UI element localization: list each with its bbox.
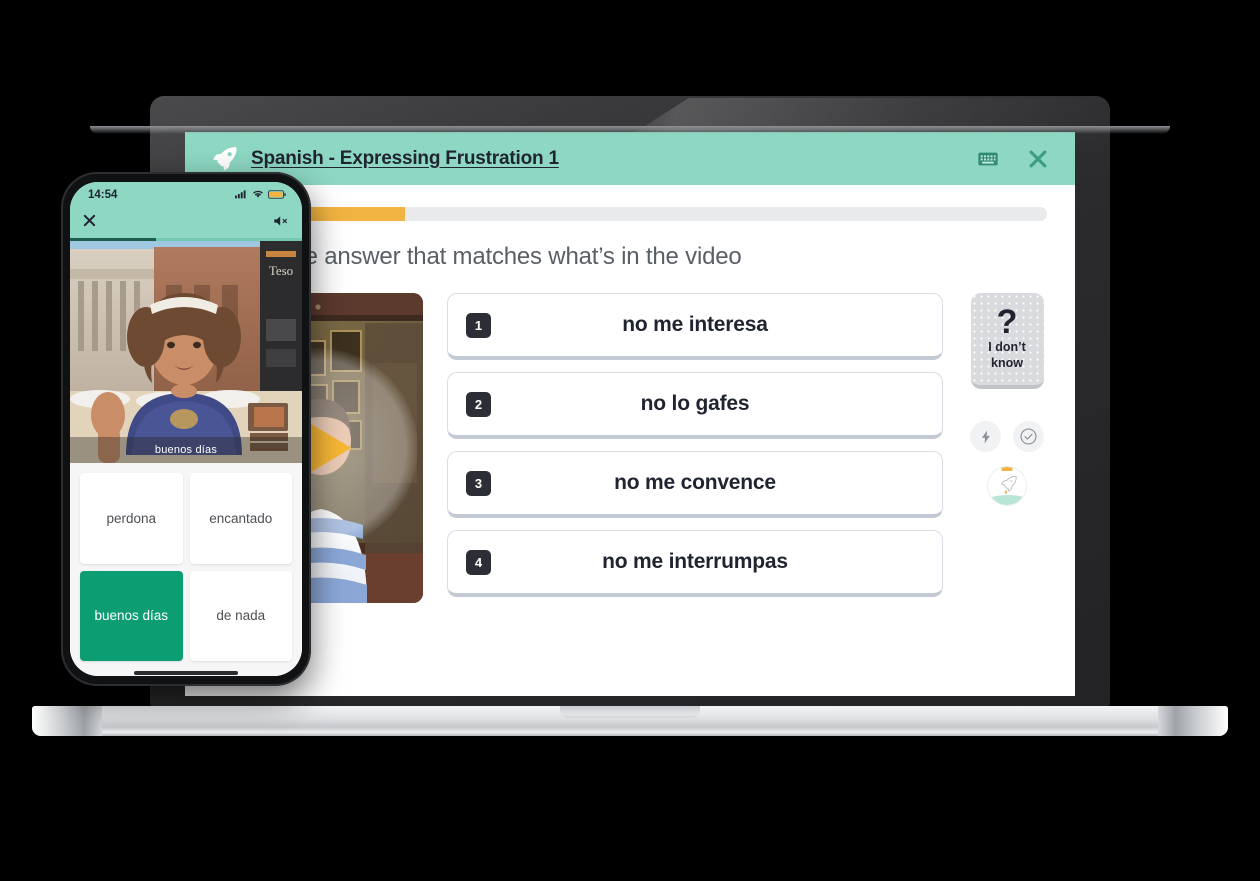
answer-option-2[interactable]: 2 no lo gafes (447, 372, 943, 439)
phone-video[interactable]: Teso buenos días (70, 241, 302, 463)
phone-answer-tile-3[interactable]: buenos días (80, 570, 183, 661)
phone-mockup: 14:54 Teso buenos días perdona encantado… (61, 172, 311, 686)
phone-app-header (70, 208, 302, 238)
phone-answer-area: perdona encantado buenos días de nada (70, 463, 302, 676)
keyboard-icon[interactable] (977, 148, 999, 170)
app-body: Select the answer that matches what’s in… (185, 185, 1075, 696)
lesson-progress-bar (213, 207, 1047, 221)
answer-option-label: no me interrumpas (602, 550, 788, 573)
home-indicator (134, 671, 238, 675)
phone-video-thumbnail: Teso (70, 241, 302, 463)
header-actions (977, 148, 1049, 170)
video-subtitle-band: buenos días (70, 437, 302, 463)
battery-low-power-icon (268, 186, 286, 204)
answer-option-number: 2 (466, 391, 491, 417)
laptop-base-notch (560, 706, 700, 718)
lightning-icon[interactable] (970, 421, 1001, 452)
rocket-progress-badge[interactable] (987, 466, 1027, 506)
status-indicators (235, 186, 286, 204)
phone-answer-tile-1[interactable]: perdona (80, 473, 183, 564)
answer-option-number: 4 (466, 549, 491, 575)
laptop-base-right-edge (1158, 706, 1228, 736)
answer-option-label: no me interesa (622, 313, 768, 336)
answer-option-number: 1 (466, 312, 491, 338)
answer-option-3[interactable]: 3 no me convence (447, 451, 943, 518)
answer-options-list: 1 no me interesa 2 no lo gafes 3 no me c… (447, 293, 943, 597)
page-title: Spanish - Expressing Frustration 1 (251, 147, 559, 169)
close-icon[interactable] (1027, 148, 1049, 170)
rocket-icon (211, 146, 239, 172)
wifi-icon (252, 186, 264, 204)
badge-tick (1001, 467, 1013, 471)
phone-answer-tile-2[interactable]: encantado (189, 473, 292, 564)
laptop-screen: Spanish - Expressing Frustration 1 Selec… (185, 132, 1075, 696)
side-tools-column: ? I don’t know (967, 293, 1047, 506)
answer-option-4[interactable]: 4 no me interrumpas (447, 530, 943, 597)
i-dont-know-label-line2: know (991, 356, 1023, 371)
laptop-base-shadow (90, 126, 1170, 134)
volume-muted-icon[interactable] (273, 214, 290, 233)
phone-answer-tile-4[interactable]: de nada (189, 570, 292, 661)
cellular-signal-icon (235, 186, 248, 204)
laptop-base (32, 706, 1228, 736)
side-icon-row (970, 421, 1044, 452)
phone-answer-grid: perdona encantado buenos días de nada (80, 473, 292, 661)
question-content: 1 no me interesa 2 no lo gafes 3 no me c… (213, 293, 1047, 603)
status-time: 14:54 (88, 189, 118, 201)
app-header: Spanish - Expressing Frustration 1 (185, 132, 1075, 185)
svg-text:Teso: Teso (269, 263, 293, 278)
screenshot-stage: Spanish - Expressing Frustration 1 Selec… (0, 0, 1260, 881)
close-icon[interactable] (82, 213, 97, 233)
i-dont-know-button[interactable]: ? I don’t know (970, 293, 1044, 389)
video-subtitle: buenos días (154, 444, 218, 456)
answer-option-1[interactable]: 1 no me interesa (447, 293, 943, 360)
answer-option-label: no lo gafes (640, 392, 750, 415)
answer-option-number: 3 (466, 470, 491, 496)
phone-status-bar: 14:54 (70, 182, 302, 208)
laptop-base-left-edge (32, 706, 102, 736)
i-dont-know-label-line1: I don’t (988, 339, 1026, 354)
check-circle-icon[interactable] (1013, 421, 1044, 452)
question-prompt: Select the answer that matches what’s in… (213, 243, 742, 270)
phone-screen: 14:54 Teso buenos días perdona encantado… (70, 182, 302, 676)
question-mark-icon: ? (996, 303, 1018, 342)
answer-option-label: no me convence (614, 471, 776, 494)
